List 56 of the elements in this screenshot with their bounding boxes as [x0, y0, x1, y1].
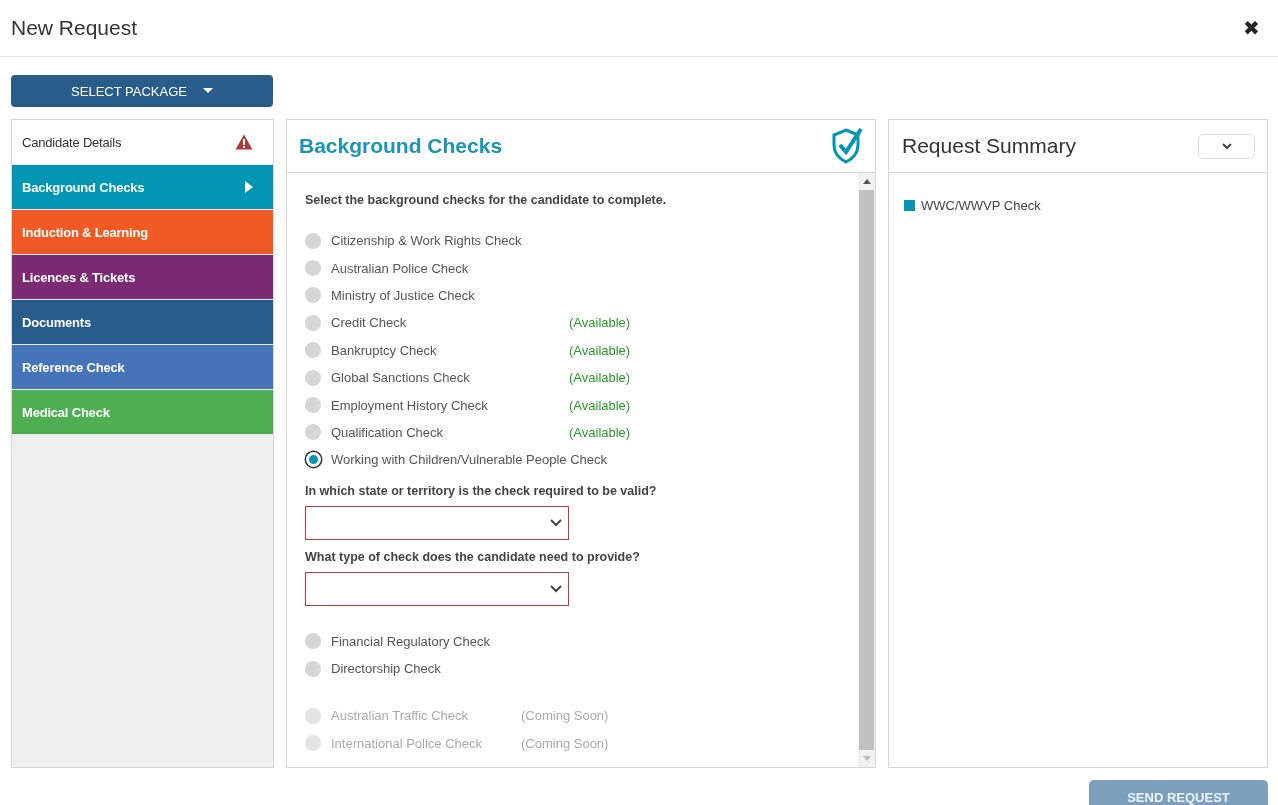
- radio-button[interactable]: [305, 232, 321, 249]
- arrow-icon: [245, 181, 253, 193]
- instruction-text: Select the background checks for the candidate to complete.: [305, 193, 668, 207]
- chevron-down-icon: [1221, 142, 1232, 150]
- summary-item: WWC/WWVP Check: [921, 198, 1041, 213]
- panel-title: Request Summary: [902, 134, 1076, 158]
- radio-button[interactable]: [305, 369, 321, 386]
- radio-button[interactable]: [305, 260, 321, 277]
- select-package-button[interactable]: SELECT PACKAGE: [11, 75, 273, 107]
- dropdown-field[interactable]: [305, 505, 569, 540]
- sidebar-item[interactable]: Candidate Details: [12, 120, 273, 165]
- radio-button[interactable]: [305, 660, 321, 677]
- panel-title: Background Checks: [299, 134, 503, 158]
- option-label: Working with Children/Vulnerable People Check: [331, 452, 608, 468]
- status-text: (Available): [569, 424, 631, 440]
- option-label: Bankruptcy Check: [331, 342, 438, 358]
- option-label: Employment History Check: [331, 397, 489, 413]
- sidebar-item[interactable]: Reference Check: [12, 345, 273, 390]
- dropdown-field[interactable]: [305, 571, 569, 606]
- chevron-down-icon: [550, 584, 562, 593]
- option-label: Australian Police Check: [331, 260, 470, 276]
- chevron-down-icon: [550, 518, 562, 527]
- question-label: What type of check does the candidate need to provide?: [305, 549, 641, 564]
- sidebar-item[interactable]: Documents: [12, 300, 273, 345]
- status-text: (Coming Soon): [521, 708, 609, 724]
- radio-button[interactable]: [305, 342, 321, 359]
- status-text: (Available): [569, 397, 631, 413]
- dialog-title: New Request: [11, 16, 138, 40]
- status-text: (Coming Soon): [521, 735, 609, 751]
- scroll-down-icon[interactable]: [862, 756, 871, 761]
- scrollbar[interactable]: [858, 173, 875, 767]
- option-label: Financial Regulatory Check: [331, 633, 491, 649]
- close-button[interactable]: ✖: [1243, 16, 1260, 40]
- caret-icon: [202, 88, 213, 94]
- option-label: Australian Traffic Check: [331, 708, 470, 724]
- option-label: Citizenship & Work Rights Check: [331, 233, 523, 249]
- radio-button[interactable]: [306, 452, 321, 468]
- radio-button[interactable]: [305, 397, 321, 414]
- scroll-up-icon[interactable]: [862, 179, 871, 184]
- option-label: Directorship Check: [331, 661, 442, 677]
- radio-button[interactable]: [305, 633, 321, 650]
- option-label: Qualification Check: [331, 424, 444, 440]
- status-text: (Available): [569, 342, 631, 358]
- option-label: Global Sanctions Check: [331, 370, 471, 386]
- dropdown-button[interactable]: [1198, 133, 1255, 159]
- question-label: In which state or territory is the check required to be valid?: [305, 483, 658, 498]
- option-label: International Police Check: [331, 735, 484, 751]
- status-text: (Available): [569, 315, 631, 331]
- option-label: Credit Check: [331, 315, 408, 331]
- option-label: Ministry of Justice Check: [331, 287, 476, 303]
- radio-button[interactable]: [305, 424, 321, 441]
- shield-check-icon: [831, 127, 863, 165]
- radio-button[interactable]: [305, 314, 321, 331]
- sidebar-item[interactable]: Licences & Tickets: [12, 255, 273, 300]
- status-text: (Available): [569, 370, 631, 386]
- radio-button[interactable]: [305, 287, 321, 304]
